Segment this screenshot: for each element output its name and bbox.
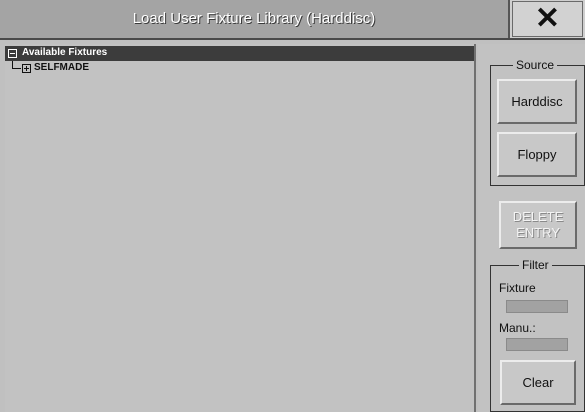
source-group-title: Source <box>513 58 558 72</box>
fixture-filter-input[interactable] <box>506 300 568 313</box>
filter-group: Filter Fixture Manu.: Clear <box>490 258 585 412</box>
clear-button[interactable]: Clear <box>500 360 576 405</box>
tree-root-row[interactable]: Available Fixtures <box>5 46 474 61</box>
filter-group-title: Filter <box>519 258 552 272</box>
collapse-icon[interactable] <box>8 49 17 58</box>
title-bar: Load User Fixture Library (Harddisc) ✕ <box>0 0 585 40</box>
manufacturer-filter-label: Manu.: <box>499 321 536 335</box>
tree-connector-line <box>12 61 21 69</box>
tree-item-selfmade[interactable]: SELFMADE <box>34 62 89 73</box>
sidebar: Source Harddisc Floppy DELETE ENTRY Filt… <box>478 44 585 412</box>
delete-entry-line2: ENTRY <box>516 225 560 240</box>
floppy-button[interactable]: Floppy <box>497 132 577 177</box>
window-title: Load User Fixture Library (Harddisc) <box>0 0 510 38</box>
manufacturer-filter-input[interactable] <box>506 338 568 351</box>
close-icon: ✕ <box>534 2 561 35</box>
expand-icon[interactable] <box>22 64 31 73</box>
harddisc-button[interactable]: Harddisc <box>497 79 577 124</box>
fixture-tree[interactable]: Available Fixtures SELFMADE <box>5 44 476 412</box>
close-button[interactable]: ✕ <box>512 1 583 37</box>
fixture-filter-label: Fixture <box>499 281 536 295</box>
delete-entry-button[interactable]: DELETE ENTRY <box>499 201 577 249</box>
tree-root-label: Available Fixtures <box>22 47 108 58</box>
source-group: Source Harddisc Floppy <box>490 58 585 186</box>
delete-entry-line1: DELETE <box>512 209 564 224</box>
